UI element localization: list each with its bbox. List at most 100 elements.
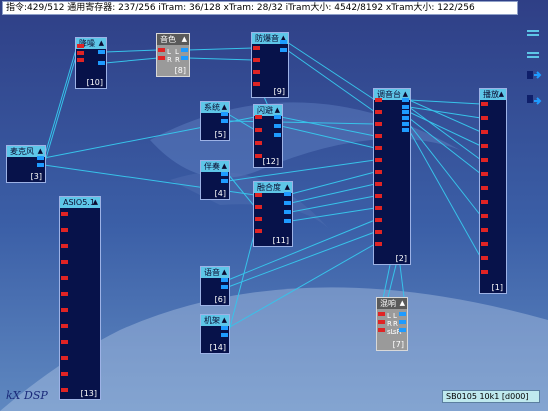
input-pin[interactable] <box>158 48 165 52</box>
output-pin[interactable] <box>399 328 406 332</box>
input-pin[interactable] <box>375 170 382 174</box>
collapse-caret-icon[interactable]: ▲ <box>222 315 227 326</box>
plugin-title[interactable]: 混响 ▲ <box>377 298 407 309</box>
output-pin[interactable] <box>280 48 287 52</box>
input-pin[interactable] <box>481 102 488 106</box>
input-pin[interactable] <box>378 312 385 316</box>
output-pin[interactable] <box>221 119 228 123</box>
plugin-hunxiang[interactable]: 混响 ▲ L L R RsL sR [7] <box>376 297 408 351</box>
plugin-asio[interactable]: ASIO5.1 ▲ [13] <box>59 196 101 400</box>
input-pin[interactable] <box>375 194 382 198</box>
input-pin[interactable] <box>255 205 262 209</box>
menu-lines-icon[interactable] <box>526 24 540 36</box>
output-pin[interactable] <box>402 105 409 109</box>
input-pin[interactable] <box>253 46 260 50</box>
input-pin[interactable] <box>255 217 262 221</box>
plugin-title[interactable]: 机架 ▲ <box>201 315 229 326</box>
input-pin[interactable] <box>61 356 68 360</box>
output-pin[interactable] <box>221 278 228 282</box>
plugin-ronghedu[interactable]: 融合度 ▲ [11] <box>253 181 293 247</box>
output-pin[interactable] <box>221 285 228 289</box>
input-pin[interactable] <box>61 372 68 376</box>
input-pin[interactable] <box>77 44 84 48</box>
output-pin[interactable] <box>37 156 44 160</box>
input-pin[interactable] <box>481 214 488 218</box>
output-pin[interactable] <box>221 326 228 330</box>
collapse-caret-icon[interactable]: ▲ <box>400 298 405 309</box>
input-pin[interactable] <box>61 324 68 328</box>
input-pin[interactable] <box>375 134 382 138</box>
plugin-title[interactable]: 语音 ▲ <box>201 267 229 278</box>
speaker-in-icon[interactable] <box>526 68 542 80</box>
input-pin[interactable] <box>481 158 488 162</box>
input-pin[interactable] <box>375 122 382 126</box>
input-pin[interactable] <box>61 244 68 248</box>
input-pin[interactable] <box>61 388 68 392</box>
collapse-caret-icon[interactable]: ▲ <box>499 89 504 100</box>
input-pin[interactable] <box>255 229 262 233</box>
output-pin[interactable] <box>402 98 409 102</box>
input-pin[interactable] <box>481 144 488 148</box>
input-pin[interactable] <box>77 51 84 55</box>
output-pin[interactable] <box>402 128 409 132</box>
menu-lines-icon[interactable] <box>526 46 540 58</box>
output-pin[interactable] <box>274 124 281 128</box>
input-pin[interactable] <box>481 256 488 260</box>
collapse-caret-icon[interactable]: ▲ <box>222 161 227 172</box>
input-pin[interactable] <box>61 212 68 216</box>
input-pin[interactable] <box>255 128 262 132</box>
input-pin[interactable] <box>158 56 165 60</box>
speaker-out-icon[interactable] <box>526 92 542 105</box>
input-pin[interactable] <box>253 58 260 62</box>
input-pin[interactable] <box>481 172 488 176</box>
input-pin[interactable] <box>375 146 382 150</box>
output-pin[interactable] <box>284 210 291 214</box>
output-pin[interactable] <box>221 333 228 337</box>
input-pin[interactable] <box>481 130 488 134</box>
input-pin[interactable] <box>61 260 68 264</box>
output-pin[interactable] <box>402 122 409 126</box>
output-pin[interactable] <box>399 312 406 316</box>
input-pin[interactable] <box>61 276 68 280</box>
input-pin[interactable] <box>375 158 382 162</box>
dsp-workspace[interactable]: { "titlebar": { "text": "指令:429/512 通用寄存… <box>0 0 548 411</box>
input-pin[interactable] <box>481 116 488 120</box>
collapse-caret-icon[interactable]: ▲ <box>93 197 98 208</box>
input-pin[interactable] <box>255 115 262 119</box>
output-pin[interactable] <box>280 40 287 44</box>
collapse-caret-icon[interactable]: ▲ <box>99 38 104 49</box>
input-pin[interactable] <box>481 242 488 246</box>
output-pin[interactable] <box>221 179 228 183</box>
input-pin[interactable] <box>481 270 488 274</box>
input-pin[interactable] <box>255 141 262 145</box>
output-pin[interactable] <box>274 133 281 137</box>
output-pin[interactable] <box>284 192 291 196</box>
plugin-title[interactable]: 伴奏 ▲ <box>201 161 229 172</box>
collapse-caret-icon[interactable]: ▲ <box>182 34 187 45</box>
output-pin[interactable] <box>181 56 188 60</box>
output-pin[interactable] <box>274 115 281 119</box>
input-pin[interactable] <box>481 186 488 190</box>
input-pin[interactable] <box>481 228 488 232</box>
input-pin[interactable] <box>375 98 382 102</box>
output-pin[interactable] <box>284 201 291 205</box>
input-pin[interactable] <box>375 206 382 210</box>
input-pin[interactable] <box>61 308 68 312</box>
input-pin[interactable] <box>378 328 385 332</box>
output-pin[interactable] <box>284 219 291 223</box>
output-pin[interactable] <box>181 48 188 52</box>
input-pin[interactable] <box>375 218 382 222</box>
input-pin[interactable] <box>77 58 84 62</box>
output-pin[interactable] <box>221 172 228 176</box>
plugin-yinse[interactable]: 音色 ▲ L L R R [8] <box>156 33 190 77</box>
plugin-title[interactable]: ASIO5.1 ▲ <box>60 197 100 208</box>
input-pin[interactable] <box>255 154 262 158</box>
output-pin[interactable] <box>98 50 105 54</box>
input-pin[interactable] <box>61 292 68 296</box>
input-pin[interactable] <box>378 320 385 324</box>
input-pin[interactable] <box>375 242 382 246</box>
input-pin[interactable] <box>253 82 260 86</box>
output-pin[interactable] <box>402 116 409 120</box>
input-pin[interactable] <box>375 230 382 234</box>
input-pin[interactable] <box>255 193 262 197</box>
